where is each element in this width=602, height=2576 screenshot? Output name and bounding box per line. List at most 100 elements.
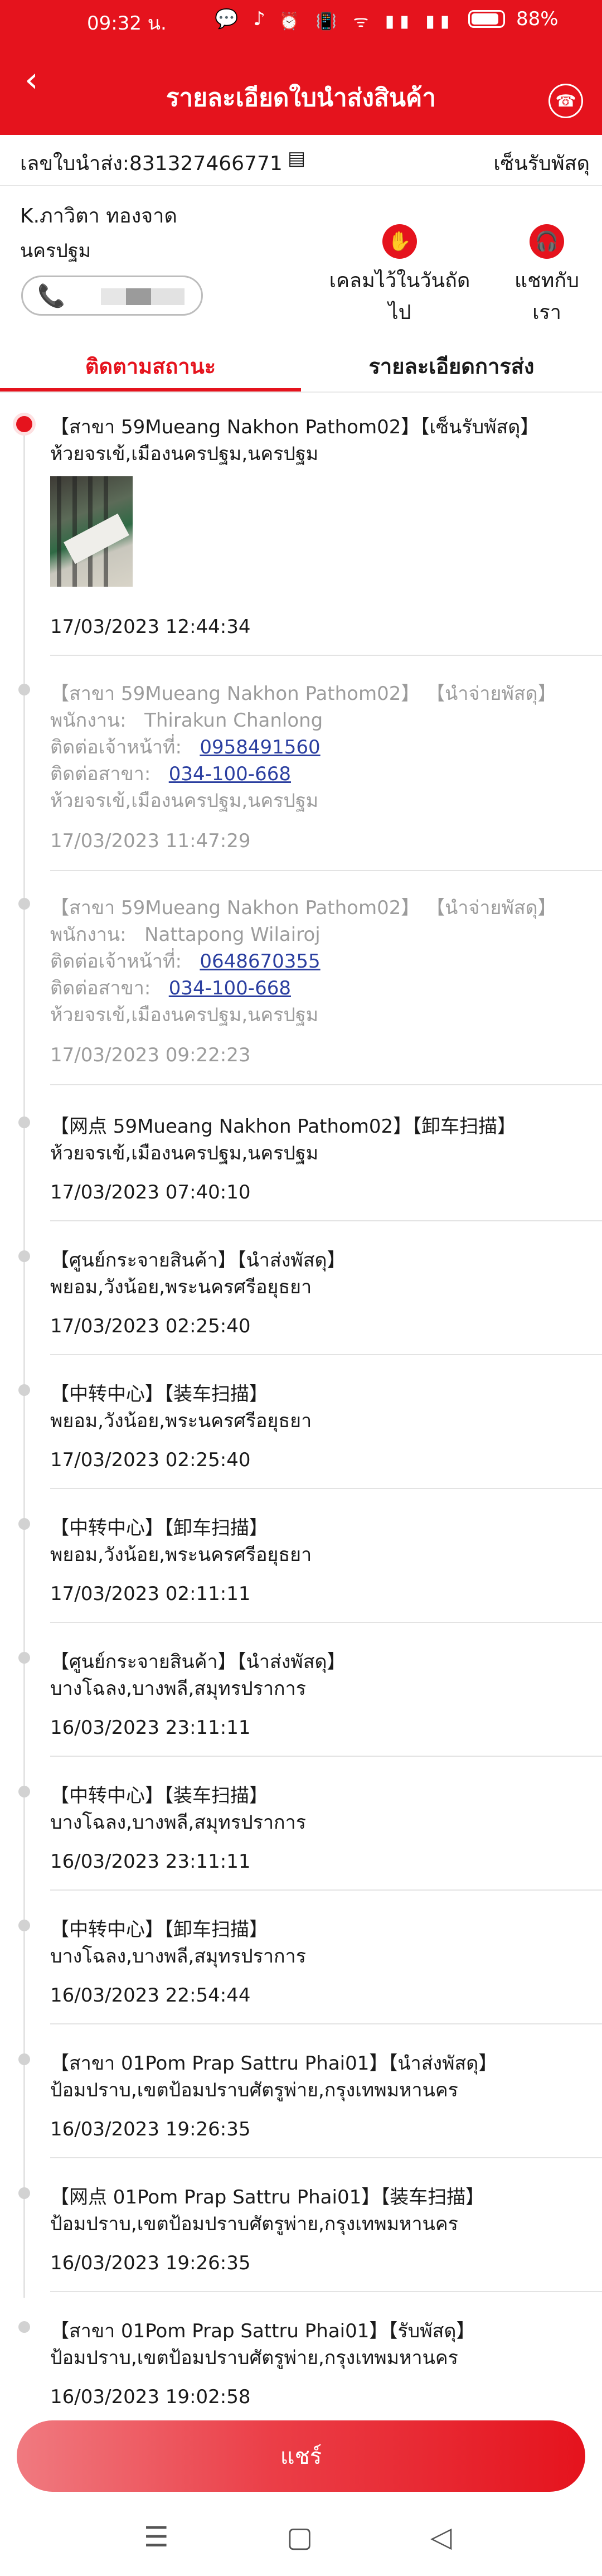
event-branch-phone: ติดต่อสาขา: 034-100-668 — [50, 977, 291, 999]
event-title: 【สาขา 01Pom Prap Sattru Phai01】【รับพัสดุ… — [50, 2320, 475, 2342]
tab-delivery-details[interactable]: รายละเอียดการส่ง — [301, 349, 602, 383]
clock: 09:32 น. — [87, 12, 167, 35]
event-title: 【สาขา 59Mueang Nakhon Pathom02】 【นำจ่ายพ… — [50, 897, 557, 919]
headset-icon: 🎧 — [530, 224, 564, 259]
event-title: 【สาขา 01Pom Prap Sattru Phai01】【นำส่งพัส… — [50, 2052, 498, 2075]
event-staff: พนักงาน: Thirakun Chanlong — [50, 709, 323, 732]
event-time: 17/03/2023 09:22:23 — [50, 1044, 251, 1066]
event-location: พยอม,วังน้อย,พระนครศรีอยุธยา — [50, 1276, 312, 1298]
staff-phone-link[interactable]: 0958491560 — [200, 736, 320, 758]
event-staff: พนักงาน: Nattapong Wilairoj — [50, 924, 321, 946]
chat-label: แชทกับเรา — [514, 269, 579, 324]
event-location: ห้วยจรเข้,เมืองนครปฐม,นครปฐม — [50, 1004, 319, 1026]
hand-package-icon: ✋ — [382, 224, 417, 259]
divider — [50, 1889, 602, 1891]
event-time: 17/03/2023 11:47:29 — [50, 830, 251, 852]
timeline-dot — [18, 2187, 30, 2199]
receiver-name: K.ภาวิตา ทองจาด — [20, 205, 177, 228]
claim-next-day-button[interactable]: ✋ เคลมไว้ในวันถัดไป — [319, 224, 480, 328]
timeline-line — [23, 424, 25, 2298]
event-location: บางโฉลง,บางพลี,สมุทรปราการ — [50, 1678, 306, 1700]
event-time: 16/03/2023 19:26:35 — [50, 2118, 251, 2140]
event-branch-phone: ติดต่อสาขา: 034-100-668 — [50, 763, 291, 785]
divider — [50, 1622, 602, 1623]
tab-bar: ติดตามสถานะ รายละเอียดการส่ง — [0, 334, 602, 393]
divider — [50, 2023, 602, 2024]
event-title: 【ศูนย์กระจายสินค้า】【นำส่งพัสดุ】 — [50, 1249, 346, 1272]
timeline-dot — [18, 1652, 30, 1664]
event-time: 16/03/2023 23:11:11 — [50, 1717, 251, 1739]
status-bar: 09:32 น. 💬 ♪ • ⏰ 📳 ᯤ ▮▮ ▮▮ 88% — [0, 0, 602, 40]
timeline-dot — [18, 1117, 30, 1128]
receiver-province: นครปฐม — [20, 240, 91, 262]
branch-phone-link[interactable]: 034-100-668 — [169, 977, 291, 999]
call-receiver-button[interactable]: 📞 — [21, 276, 203, 316]
event-title: 【中转中心】【装车扫描】 — [50, 1383, 268, 1405]
divider — [50, 655, 602, 656]
battery-percent: 88% — [516, 8, 559, 30]
claim-label: เคลมไว้ในวันถัดไป — [329, 269, 470, 324]
event-time: 16/03/2023 22:54:44 — [50, 1984, 251, 2007]
waybill-row: เลขใบนำส่ง:831327466771 ▤ เซ็นรับพัสดุ — [0, 135, 602, 186]
page-title: รายละเอียดใบนำส่งสินค้า — [166, 84, 436, 112]
event-title: 【网点 01Pom Prap Sattru Phai01】【装车扫描】 — [50, 2186, 485, 2208]
event-time: 16/03/2023 19:02:58 — [50, 2386, 251, 2408]
back-nav-icon[interactable]: ◁ — [430, 2521, 452, 2553]
copy-icon[interactable]: ▤ — [288, 147, 305, 170]
timeline-dot — [18, 2321, 30, 2333]
app-header: ‹ รายละเอียดใบนำส่งสินค้า ☎ — [0, 40, 602, 135]
divider — [50, 1084, 602, 1085]
home-icon[interactable]: ▢ — [287, 2521, 313, 2553]
event-title: 【中转中心】【卸车扫描】 — [50, 1517, 268, 1539]
event-time: 17/03/2023 02:25:40 — [50, 1315, 251, 1337]
event-location: ป้อมปราบ,เขตป้อมปราบศัตรูพ่าย,กรุงเทพมหา… — [50, 2213, 458, 2235]
event-location: ห้วยจรเข้,เมืองนครปฐม,นครปฐม — [50, 790, 319, 812]
timeline-dot-active — [16, 416, 32, 432]
event-time: 17/03/2023 02:25:40 — [50, 1449, 251, 1471]
customer-service-icon[interactable]: ☎ — [548, 84, 583, 118]
divider — [50, 1354, 602, 1355]
event-time: 17/03/2023 02:11:11 — [50, 1583, 251, 1605]
event-location: บางโฉลง,บางพลี,สมุทรปราการ — [50, 1811, 306, 1834]
event-staff-phone: ติดต่อเจ้าหน้าที่: 0958491560 — [50, 736, 321, 758]
delivery-proof-photo[interactable] — [50, 476, 133, 587]
event-title: 【สาขา 59Mueang Nakhon Pathom02】【เซ็นรับพ… — [50, 416, 540, 438]
menu-icon[interactable]: ☰ — [144, 2521, 169, 2553]
tab-tracking[interactable]: ติดตามสถานะ — [0, 349, 301, 383]
waybill-number: เลขใบนำส่ง:831327466771 — [20, 152, 283, 175]
divider — [50, 2291, 602, 2292]
event-location: ป้อมปราบ,เขตป้อมปราบศัตรูพ่าย,กรุงเทพมหา… — [50, 2347, 458, 2369]
event-location: พยอม,วังน้อย,พระนครศรีอยุธยา — [50, 1410, 312, 1432]
timeline-dot — [18, 1786, 30, 1797]
timeline-dot — [18, 898, 30, 910]
timeline-dot — [18, 1518, 30, 1530]
event-title: 【网点 59Mueang Nakhon Pathom02】【卸车扫描】 — [50, 1115, 517, 1138]
masked-phone-number — [101, 288, 185, 305]
event-staff-phone: ติดต่อเจ้าหน้าที่: 0648670355 — [50, 950, 321, 973]
active-tab-indicator — [0, 388, 301, 392]
divider — [50, 1756, 602, 1757]
event-time: 17/03/2023 07:40:10 — [50, 1181, 251, 1204]
signal-icons: ⏰ 📳 ᯤ ▮▮ ▮▮ — [279, 12, 455, 31]
event-location: บางโฉลง,บางพลี,สมุทรปราการ — [50, 1945, 306, 1968]
event-location: ห้วยจรเข้,เมืองนครปฐม,นครปฐม — [50, 443, 319, 465]
staff-phone-link[interactable]: 0648670355 — [200, 950, 320, 973]
event-title: 【ศูนย์กระจายสินค้า】【นำส่งพัสดุ】 — [50, 1651, 346, 1673]
event-location: ป้อมปราบ,เขตป้อมปราบศัตรูพ่าย,กรุงเทพมหา… — [50, 2079, 458, 2101]
timeline-dot — [18, 2053, 30, 2065]
event-title: 【中转中心】【卸车扫描】 — [50, 1918, 268, 1941]
divider — [50, 870, 602, 871]
branch-phone-link[interactable]: 034-100-668 — [169, 763, 291, 785]
timeline-dot — [18, 1250, 30, 1262]
event-time: 16/03/2023 23:11:11 — [50, 1850, 251, 1873]
chat-button[interactable]: 🎧 แชทกับเรา — [505, 224, 589, 328]
battery-icon — [468, 10, 505, 28]
timeline-dot — [18, 1384, 30, 1396]
share-button[interactable]: แชร์ — [17, 2420, 585, 2492]
event-time: 16/03/2023 19:26:35 — [50, 2252, 251, 2274]
event-location: พยอม,วังน้อย,พระนครศรีอยุธยา — [50, 1544, 312, 1566]
timeline-dot — [18, 684, 30, 695]
phone-icon: 📞 — [37, 283, 65, 309]
delivery-status: เซ็นรับพัสดุ — [493, 152, 590, 175]
event-location: ห้วยจรเข้,เมืองนครปฐม,นครปฐม — [50, 1142, 319, 1164]
